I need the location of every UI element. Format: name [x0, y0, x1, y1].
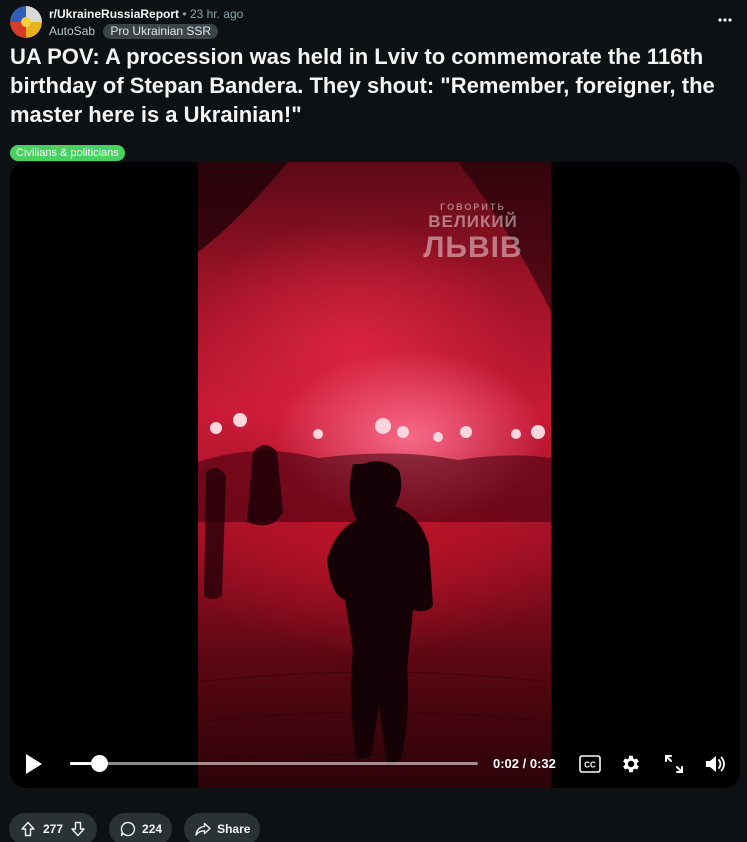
watermark-line-1: ГОВОРИТЬ — [440, 202, 506, 212]
subreddit-avatar[interactable] — [10, 6, 42, 38]
more-options-icon — [718, 18, 732, 22]
watermark-line-2: ВЕЛИКИЙ — [428, 212, 518, 231]
post-actions: 277 224 Share — [9, 813, 261, 842]
watermark-line-3: ЛЬВІВ — [423, 231, 523, 264]
settings-button[interactable] — [617, 750, 645, 778]
downvote-arrow-icon — [71, 821, 85, 837]
volume-button[interactable] — [702, 750, 730, 778]
meta-separator: • — [182, 7, 187, 21]
progress-bar[interactable] — [70, 755, 478, 772]
share-label: Share — [217, 822, 251, 836]
duration: 0:32 — [529, 756, 556, 771]
post-header: r/UkraineRussiaReport • 23 hr. ago AutoS… — [10, 4, 737, 40]
downvote-button[interactable] — [69, 820, 87, 838]
progress-thumb[interactable] — [90, 755, 108, 772]
post-meta: r/UkraineRussiaReport • 23 hr. ago AutoS… — [49, 6, 243, 39]
captions-icon: CC — [579, 755, 601, 773]
vote-pill: 277 — [9, 813, 98, 842]
comments-button[interactable]: 224 — [109, 813, 173, 842]
play-button[interactable] — [20, 750, 48, 778]
current-time: 0:02 — [493, 756, 520, 771]
post-age: 23 hr. ago — [189, 7, 244, 21]
video-watermark: ГОВОРИТЬ ВЕЛИКИЙ ЛЬВІВ — [403, 202, 543, 264]
post-title[interactable]: UA POV: A procession was held in Lviv to… — [10, 42, 740, 129]
post-flair[interactable]: Civilians & politicians — [10, 145, 125, 161]
more-options-button[interactable] — [713, 8, 737, 32]
fullscreen-icon — [665, 755, 683, 773]
upvote-arrow-icon — [21, 821, 35, 837]
author-name[interactable]: AutoSab — [49, 24, 95, 38]
vote-count: 277 — [43, 822, 64, 836]
video-player[interactable]: ГОВОРИТЬ ВЕЛИКИЙ ЛЬВІВ 0:02 / 0:32 CC — [10, 162, 740, 788]
volume-icon — [706, 756, 725, 772]
share-arrow-icon — [194, 820, 212, 838]
upvote-button[interactable] — [19, 820, 37, 838]
share-button[interactable]: Share — [184, 813, 261, 842]
play-icon — [26, 754, 42, 774]
settings-icon — [623, 755, 639, 773]
fullscreen-button[interactable] — [660, 750, 688, 778]
user-flair: Pro Ukrainian SSR — [103, 24, 219, 39]
comment-count: 224 — [142, 822, 163, 836]
comment-bubble-icon — [119, 820, 137, 838]
time-separator: / — [519, 756, 530, 771]
subreddit-icon — [10, 6, 42, 38]
svg-text:CC: CC — [584, 761, 596, 770]
subreddit-name[interactable]: r/UkraineRussiaReport — [49, 7, 179, 21]
captions-button[interactable]: CC — [576, 750, 604, 778]
video-frame[interactable]: ГОВОРИТЬ ВЕЛИКИЙ ЛЬВІВ — [198, 162, 551, 788]
time-display: 0:02 / 0:32 — [493, 756, 556, 771]
